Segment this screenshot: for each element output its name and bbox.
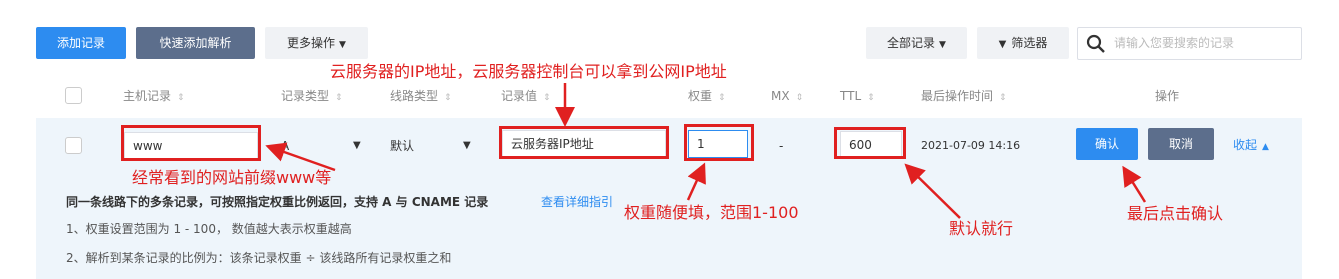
header-ops: 操作 [1155, 89, 1180, 103]
sort-icon: ⇕ [444, 93, 452, 103]
sort-icon: ⇕ [999, 93, 1007, 103]
header-mx[interactable]: MX ⇕ [771, 88, 803, 106]
search-placeholder: 请输入您要搜索的记录 [1114, 36, 1235, 50]
value-highlight-box [499, 126, 669, 159]
search-icon [1086, 34, 1105, 53]
info-line-1: 1、权重设置范围为 1 - 100， 数值越大表示权重越高 [66, 222, 352, 236]
sort-icon: ⇕ [543, 93, 551, 103]
confirm-button[interactable]: 确认 [1076, 128, 1138, 160]
filter-label: 筛选器 [1011, 36, 1048, 50]
sort-icon: ⇕ [335, 93, 343, 103]
info-title: 同一条线路下的多条记录，可按照指定权重比例返回，支持 A 与 CNAME 记录 [66, 195, 489, 209]
header-weight[interactable]: 权重 ⇕ [688, 88, 726, 106]
quick-add-label: 快速添加解析 [159, 36, 232, 50]
cancel-button[interactable]: 取消 [1148, 128, 1214, 160]
caret-down-icon: ▼ [939, 40, 946, 50]
search-input[interactable]: 请输入您要搜索的记录 [1077, 27, 1302, 60]
header-last-op[interactable]: 最后操作时间 ⇕ [921, 88, 1007, 106]
sort-icon: ⇕ [795, 93, 804, 103]
header-type[interactable]: 记录类型 ⇕ [281, 88, 343, 106]
confirm-label: 确认 [1094, 137, 1119, 151]
weight-highlight-box [684, 124, 754, 161]
type-caret-icon: ▼ [353, 140, 361, 151]
caret-up-icon: ▲ [1262, 142, 1269, 152]
ttl-highlight-box [834, 127, 906, 159]
cancel-label: 取消 [1168, 137, 1193, 151]
more-actions-label: 更多操作 [287, 36, 336, 50]
header-ttl[interactable]: TTL ⇕ [840, 88, 875, 106]
filter-button[interactable]: ▼ 筛选器 [977, 27, 1069, 59]
info-line-2: 2、解析到某条记录的比例为：该条记录权重 ÷ 该线路所有记录权重之和 [66, 251, 452, 265]
all-records-dropdown[interactable]: 全部记录 ▼ [866, 27, 967, 59]
line-select[interactable]: 默认 [390, 138, 414, 154]
more-actions-button[interactable]: 更多操作 ▼ [265, 27, 368, 59]
annotation-ttl: 默认就行 [949, 219, 1014, 238]
all-records-label: 全部记录 [887, 36, 936, 50]
caret-down-icon: ▼ [339, 40, 346, 50]
annotation-weight: 权重随便填，范围1-100 [624, 203, 799, 222]
select-all-checkbox[interactable] [65, 87, 82, 104]
add-record-button[interactable]: 添加记录 [36, 27, 126, 59]
annotation-confirm: 最后点击确认 [1127, 204, 1224, 223]
header-value[interactable]: 记录值 ⇕ [501, 88, 551, 106]
row-checkbox[interactable] [65, 137, 82, 154]
quick-add-button[interactable]: 快速添加解析 [136, 27, 255, 59]
header-line[interactable]: 线路类型 ⇕ [390, 88, 452, 106]
sort-icon: ⇕ [718, 93, 726, 103]
header-host[interactable]: 主机记录 ⇕ [123, 88, 185, 106]
sort-icon: ⇕ [867, 93, 875, 103]
collapse-link[interactable]: 收起 ▲ [1233, 137, 1269, 155]
filter-icon: ▼ [998, 39, 1007, 50]
annotation-prefix: 经常看到的网站前缀www等 [132, 168, 332, 187]
mx-value: - [779, 139, 784, 153]
last-op-time: 2021-07-09 14:16 [921, 139, 1021, 152]
line-caret-icon: ▼ [463, 140, 471, 151]
type-select[interactable]: A [281, 138, 289, 154]
info-guide-link[interactable]: 查看详细指引 [541, 193, 613, 210]
host-highlight-box [121, 125, 261, 161]
add-record-label: 添加记录 [56, 36, 105, 50]
sort-icon: ⇕ [177, 93, 185, 103]
annotation-ip: 云服务器的IP地址，云服务器控制台可以拿到公网IP地址 [330, 62, 727, 81]
